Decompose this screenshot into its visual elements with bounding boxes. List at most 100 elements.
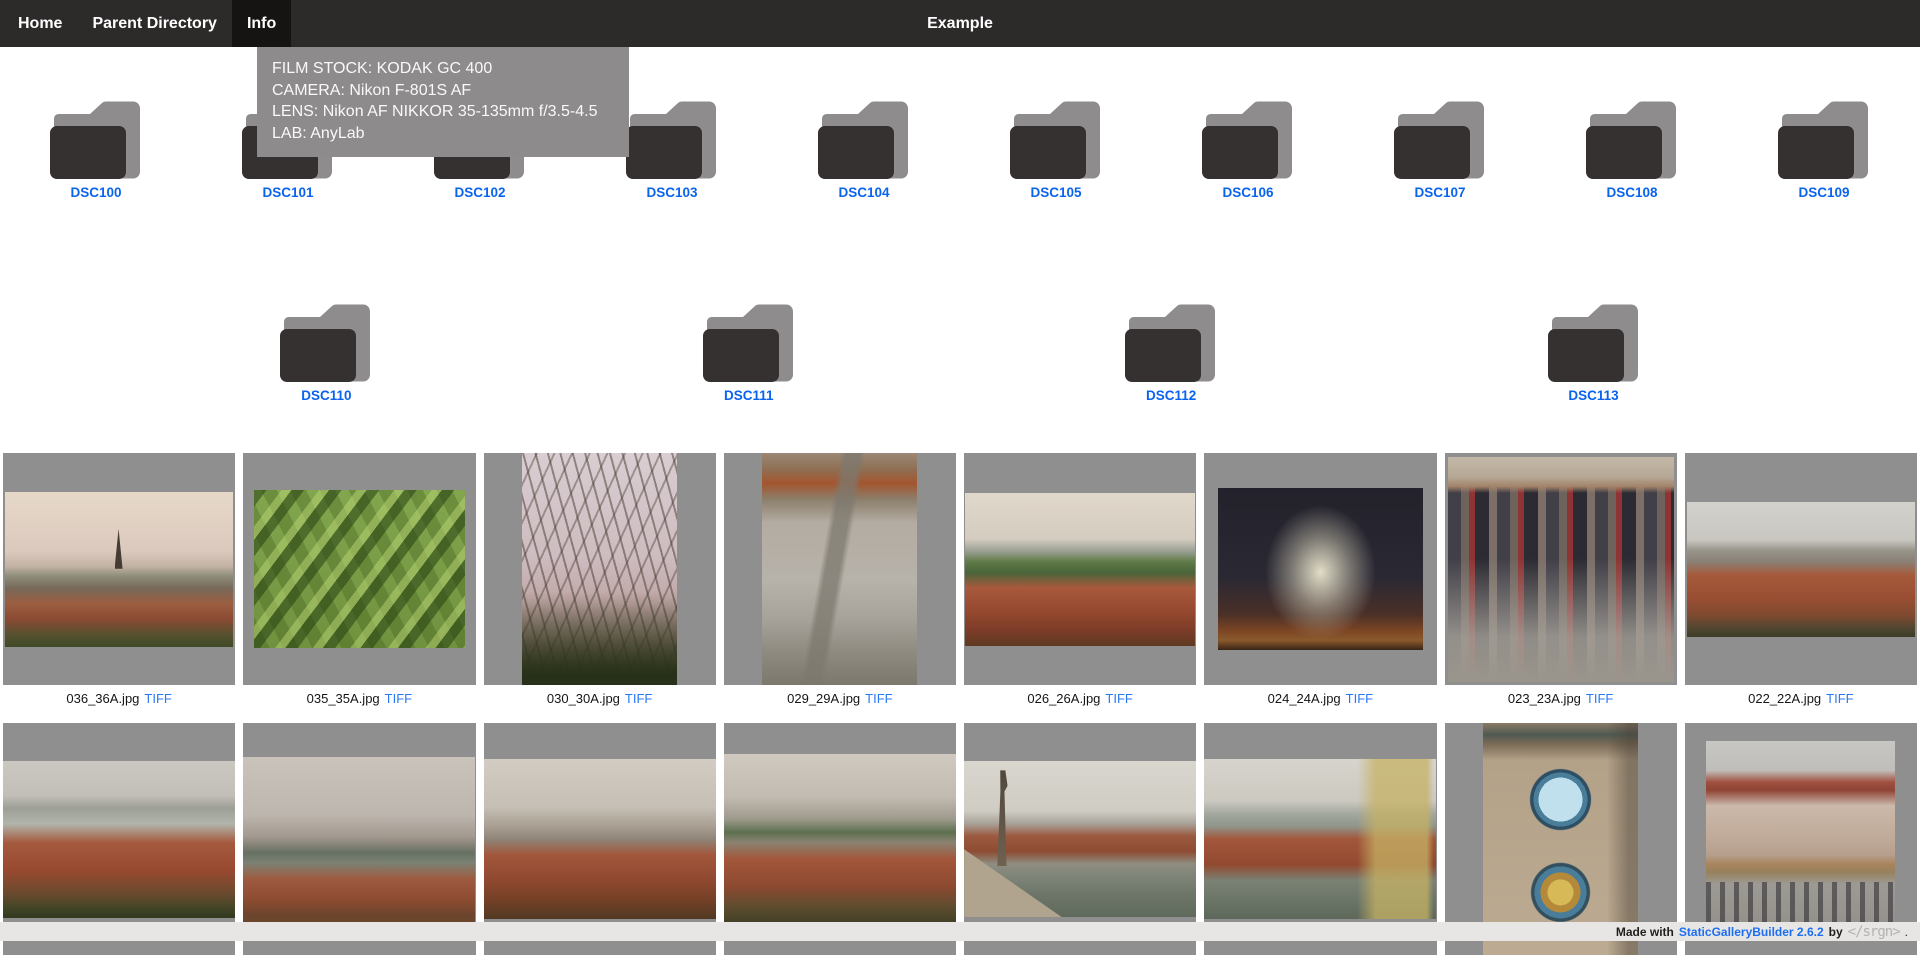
- gallery-item-026-26a: 026_26A.jpgTIFF: [964, 453, 1196, 723]
- gallery-item-row2-3: [484, 723, 716, 955]
- photo-rooftops-street: [724, 754, 956, 924]
- photo-castle-rooftops: [3, 761, 235, 918]
- nav-item-home[interactable]: Home: [3, 0, 77, 47]
- thumbnail-035-35a[interactable]: [243, 453, 475, 685]
- folder-icon: [703, 304, 795, 384]
- gallery-item-030-30a: 030_30A.jpgTIFF: [484, 453, 716, 723]
- photo-red-roofs-hill: [965, 493, 1195, 646]
- tiff-link[interactable]: TIFF: [385, 691, 412, 723]
- gallery-item-row2-5: [964, 723, 1196, 955]
- folder-icon: [1778, 101, 1870, 181]
- folder-icon: [1548, 304, 1640, 384]
- photo-hazy-river-panorama: [243, 757, 475, 922]
- nav-item-info[interactable]: Info: [232, 0, 291, 47]
- folder-label: DSC101: [262, 185, 313, 200]
- thumbnail-row2-1[interactable]: [3, 723, 235, 955]
- tiff-link[interactable]: TIFF: [1826, 691, 1853, 723]
- thumbnail-022-22a[interactable]: [1685, 453, 1917, 685]
- info-tooltip: FILM STOCK: KODAK GC 400 CAMERA: Nikon F…: [257, 47, 629, 157]
- folder-icon: [1010, 101, 1102, 181]
- filename-label: 036_36A.jpg: [66, 691, 139, 723]
- thumbnail-024-24a[interactable]: [1204, 453, 1436, 685]
- folder-dsc108[interactable]: DSC108: [1536, 47, 1728, 250]
- tooltip-line-lab: LAB: AnyLab: [272, 123, 614, 145]
- tiff-link[interactable]: TIFF: [865, 691, 892, 723]
- footer-period: .: [1905, 925, 1908, 939]
- photo-old-town-square: [1706, 741, 1895, 937]
- filename-label: 029_29A.jpg: [787, 691, 860, 723]
- folder-label: DSC108: [1606, 185, 1657, 200]
- tiff-link[interactable]: TIFF: [1586, 691, 1613, 723]
- photo-castle-over-river: [1204, 759, 1436, 919]
- gallery-item-row2-4: [724, 723, 956, 955]
- folder-label: DSC112: [1146, 388, 1196, 403]
- folder-dsc107[interactable]: DSC107: [1344, 47, 1536, 250]
- gallery-item-022-22a: 022_22A.jpgTIFF: [1685, 453, 1917, 723]
- folder-dsc113[interactable]: DSC113: [1498, 250, 1690, 453]
- filename-label: 023_23A.jpg: [1508, 691, 1581, 723]
- tiff-link[interactable]: TIFF: [625, 691, 652, 723]
- filename-label: 035_35A.jpg: [307, 691, 380, 723]
- folder-dsc106[interactable]: DSC106: [1152, 47, 1344, 250]
- gallery-page: { "nav": { "items": [ { "label": "Home" …: [0, 0, 1920, 941]
- filename-label: 030_30A.jpg: [547, 691, 620, 723]
- folder-dsc109[interactable]: DSC109: [1728, 47, 1920, 250]
- tiff-link[interactable]: TIFF: [1105, 691, 1132, 723]
- gallery-item-029-29a: 029_29A.jpgTIFF: [724, 453, 956, 723]
- folder-label: DSC110: [301, 388, 351, 403]
- tooltip-line-film-stock: FILM STOCK: KODAK GC 400: [272, 58, 614, 80]
- folder-icon: [1586, 101, 1678, 181]
- footer-made-with-label: Made with: [1616, 925, 1674, 939]
- folder-label: DSC105: [1030, 185, 1081, 200]
- folder-icon: [50, 101, 142, 181]
- thumbnail-026-26a[interactable]: [964, 453, 1196, 685]
- photo-castle-panorama: [1687, 502, 1915, 637]
- folder-dsc111[interactable]: DSC111: [653, 250, 845, 453]
- folder-dsc104[interactable]: DSC104: [768, 47, 960, 250]
- thumbnail-row2-7[interactable]: [1445, 723, 1677, 955]
- thumbnail-030-30a[interactable]: [484, 453, 716, 685]
- thumbnail-036-36a[interactable]: [3, 453, 235, 685]
- tiff-link[interactable]: TIFF: [144, 691, 171, 723]
- gallery-item-row2-7: [1445, 723, 1677, 955]
- thumbnail-row2-6[interactable]: [1204, 723, 1436, 955]
- gallery-item-row2-1: [3, 723, 235, 955]
- filename-label: 022_22A.jpg: [1748, 691, 1821, 723]
- folder-dsc110[interactable]: DSC110: [230, 250, 422, 453]
- tiff-link[interactable]: TIFF: [1346, 691, 1373, 723]
- thumbnail-029-29a[interactable]: [724, 453, 956, 685]
- thumbnail-row2-3[interactable]: [484, 723, 716, 955]
- folder-icon: [1394, 101, 1486, 181]
- folder-dsc105[interactable]: DSC105: [960, 47, 1152, 250]
- folder-icon: [280, 304, 372, 384]
- folder-dsc100[interactable]: DSC100: [0, 47, 192, 250]
- footer-bar: Made with StaticGalleryBuilder 2.6.2 by …: [0, 922, 1920, 941]
- gallery-item-023-23a: 023_23A.jpgTIFF: [1445, 453, 1677, 723]
- tooltip-line-camera: CAMERA: Nikon F-801S AF: [272, 80, 614, 102]
- thumbnail-row2-5[interactable]: [964, 723, 1196, 955]
- folder-label: DSC113: [1568, 388, 1618, 403]
- srgn-brand-logo: </srgn>: [1848, 924, 1900, 940]
- folder-label: DSC100: [70, 185, 121, 200]
- thumbnail-row2-4[interactable]: [724, 723, 956, 955]
- gallery-item-row2-8: [1685, 723, 1917, 955]
- folder-icon: [818, 101, 910, 181]
- gallery-item-row2-2: [243, 723, 475, 955]
- thumbnail-023-23a[interactable]: [1445, 453, 1677, 685]
- photo-square-from-above: [762, 453, 917, 685]
- folder-icon: [626, 101, 718, 181]
- folder-label: DSC109: [1798, 185, 1849, 200]
- photo-astronomical-clock: [1483, 723, 1638, 955]
- static-gallery-builder-link[interactable]: StaticGalleryBuilder 2.6.2: [1679, 925, 1824, 939]
- nav-item-parent-directory[interactable]: Parent Directory: [77, 0, 232, 47]
- folder-icon: [1202, 101, 1294, 181]
- thumbnail-row2-2[interactable]: [243, 723, 475, 955]
- folder-dsc112[interactable]: DSC112: [1075, 250, 1267, 453]
- tooltip-line-lens: LENS: Nikon AF NIKKOR 35-135mm f/3.5-4.5: [272, 101, 614, 123]
- filename-label: 026_26A.jpg: [1027, 691, 1100, 723]
- gallery-item-row2-6: [1204, 723, 1436, 955]
- photo-city-panorama-spire: [5, 492, 233, 647]
- photo-cathedral-night: [1218, 488, 1423, 650]
- thumbnail-row2-8[interactable]: [1685, 723, 1917, 955]
- photo-city-rooftop-panorama: [484, 759, 716, 919]
